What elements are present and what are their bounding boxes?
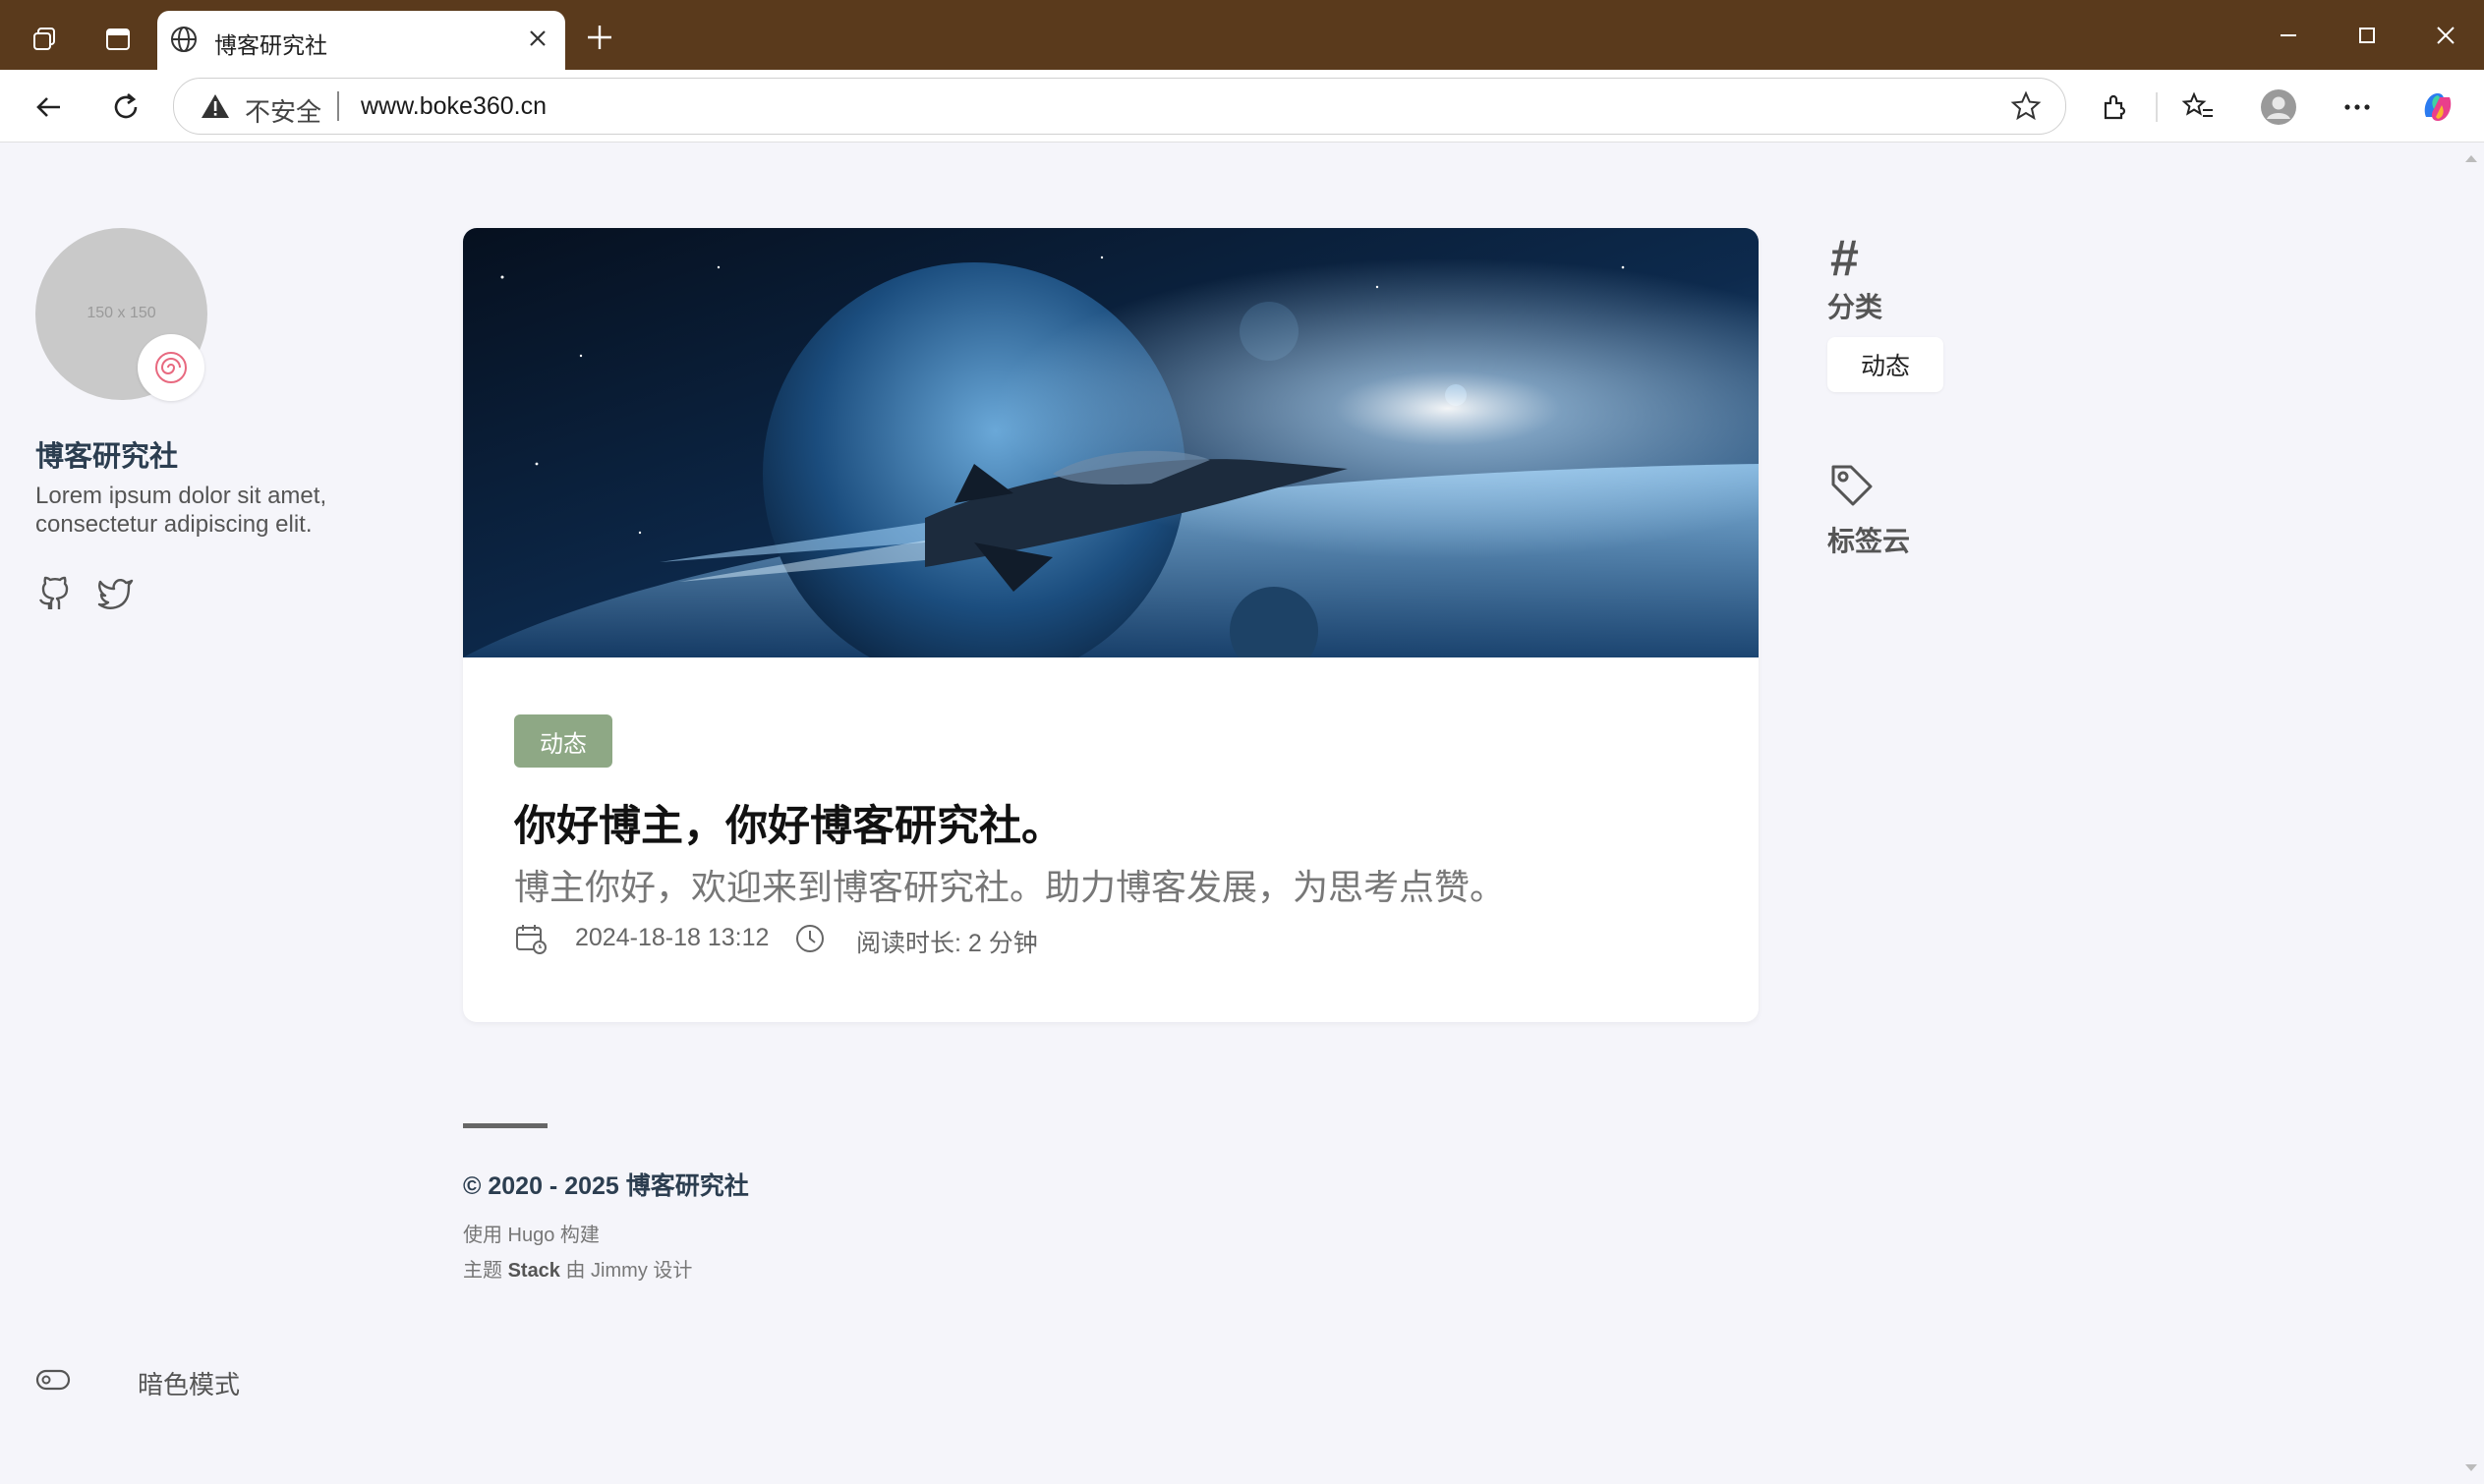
- categories-title: 分类: [1827, 292, 1883, 322]
- workspaces-icon[interactable]: [22, 16, 69, 63]
- powered-by[interactable]: 使用 Hugo 构建: [463, 1219, 600, 1247]
- theme-author[interactable]: 由 Jimmy 设计: [566, 1260, 693, 1282]
- url-text[interactable]: www.boke360.cn: [361, 92, 547, 121]
- copyright: © 2020 - 2025 博客研究社: [463, 1167, 749, 1202]
- article-card[interactable]: 动态 你好博主，你好博客研究社。 博主你好，欢迎来到博客研究社。助力博客发展，为…: [463, 228, 1759, 1022]
- favorites-icon[interactable]: [2174, 84, 2222, 131]
- new-tab-icon[interactable]: [582, 20, 617, 60]
- back-icon[interactable]: [26, 84, 73, 131]
- site-title[interactable]: 博客研究社: [35, 433, 178, 475]
- globe-icon: [169, 25, 199, 59]
- maximize-icon[interactable]: [2338, 16, 2397, 55]
- warning-icon[interactable]: [200, 92, 231, 125]
- copyright-years: © 2020 - 2025: [463, 1172, 619, 1200]
- tab-title: 博客研究社: [214, 32, 327, 58]
- toggle-icon[interactable]: [35, 1368, 71, 1397]
- article-cover-image[interactable]: [463, 228, 1759, 657]
- post-date: 2024-18-18 13:12: [575, 924, 770, 951]
- footer-divider: [463, 1123, 548, 1128]
- calendar-icon: [514, 922, 548, 960]
- category-badge[interactable]: 动态: [514, 714, 612, 768]
- post-title[interactable]: 你好博主，你好博客研究社。: [514, 792, 1064, 853]
- browser-titlebar: 博客研究社: [0, 0, 2484, 70]
- theme-credit: 主题 Stack 由 Jimmy 设计: [463, 1254, 692, 1283]
- avatar-placeholder-text: 150 x 150: [87, 305, 156, 321]
- scroll-up-icon[interactable]: [2464, 150, 2478, 168]
- theme-name-link[interactable]: Stack: [508, 1260, 560, 1282]
- more-options-icon[interactable]: [2334, 84, 2381, 131]
- spiral-emoji-icon: [138, 334, 204, 401]
- url-divider: [337, 91, 339, 121]
- security-label[interactable]: 不安全: [245, 92, 321, 129]
- window-close-icon[interactable]: [2416, 16, 2475, 55]
- tag-icon: [1827, 461, 1877, 515]
- toolbar-divider: [2156, 92, 2158, 122]
- scroll-down-icon[interactable]: [2464, 1460, 2478, 1478]
- clock-icon: [793, 922, 827, 960]
- github-icon[interactable]: [33, 572, 77, 615]
- extensions-icon[interactable]: [2092, 84, 2139, 131]
- category-chip[interactable]: 动态: [1827, 337, 1943, 392]
- tag-cloud-title: 标签云: [1827, 526, 1911, 556]
- minimize-icon[interactable]: [2259, 16, 2318, 55]
- hash-icon: #: [1830, 230, 1859, 287]
- tab-actions-icon[interactable]: [94, 16, 142, 63]
- reading-time: 阅读时长: 2 分钟: [856, 930, 1038, 957]
- favorite-star-icon[interactable]: [2010, 90, 2042, 127]
- twitter-icon[interactable]: [94, 572, 138, 615]
- browser-tab[interactable]: 博客研究社: [157, 11, 565, 70]
- post-subtitle: 博主你好，欢迎来到博客研究社。助力博客发展，为思考点赞。: [514, 867, 1506, 907]
- url-bar[interactable]: 不安全 www.boke360.cn: [173, 78, 2066, 135]
- profile-avatar-icon[interactable]: [2255, 84, 2302, 131]
- refresh-icon[interactable]: [102, 84, 149, 131]
- copyright-site-link[interactable]: 博客研究社: [626, 1172, 749, 1200]
- web-page: 150 x 150 博客研究社 Lorem ipsum dolor sit am…: [0, 143, 2484, 1484]
- site-description: Lorem ipsum dolor sit amet, consectetur …: [35, 483, 327, 538]
- address-toolbar: 不安全 www.boke360.cn: [0, 70, 2484, 143]
- close-tab-icon[interactable]: [524, 25, 551, 57]
- dark-mode-toggle[interactable]: 暗色模式: [138, 1365, 240, 1401]
- copilot-icon[interactable]: [2414, 84, 2461, 131]
- theme-prefix: 主题: [463, 1260, 502, 1282]
